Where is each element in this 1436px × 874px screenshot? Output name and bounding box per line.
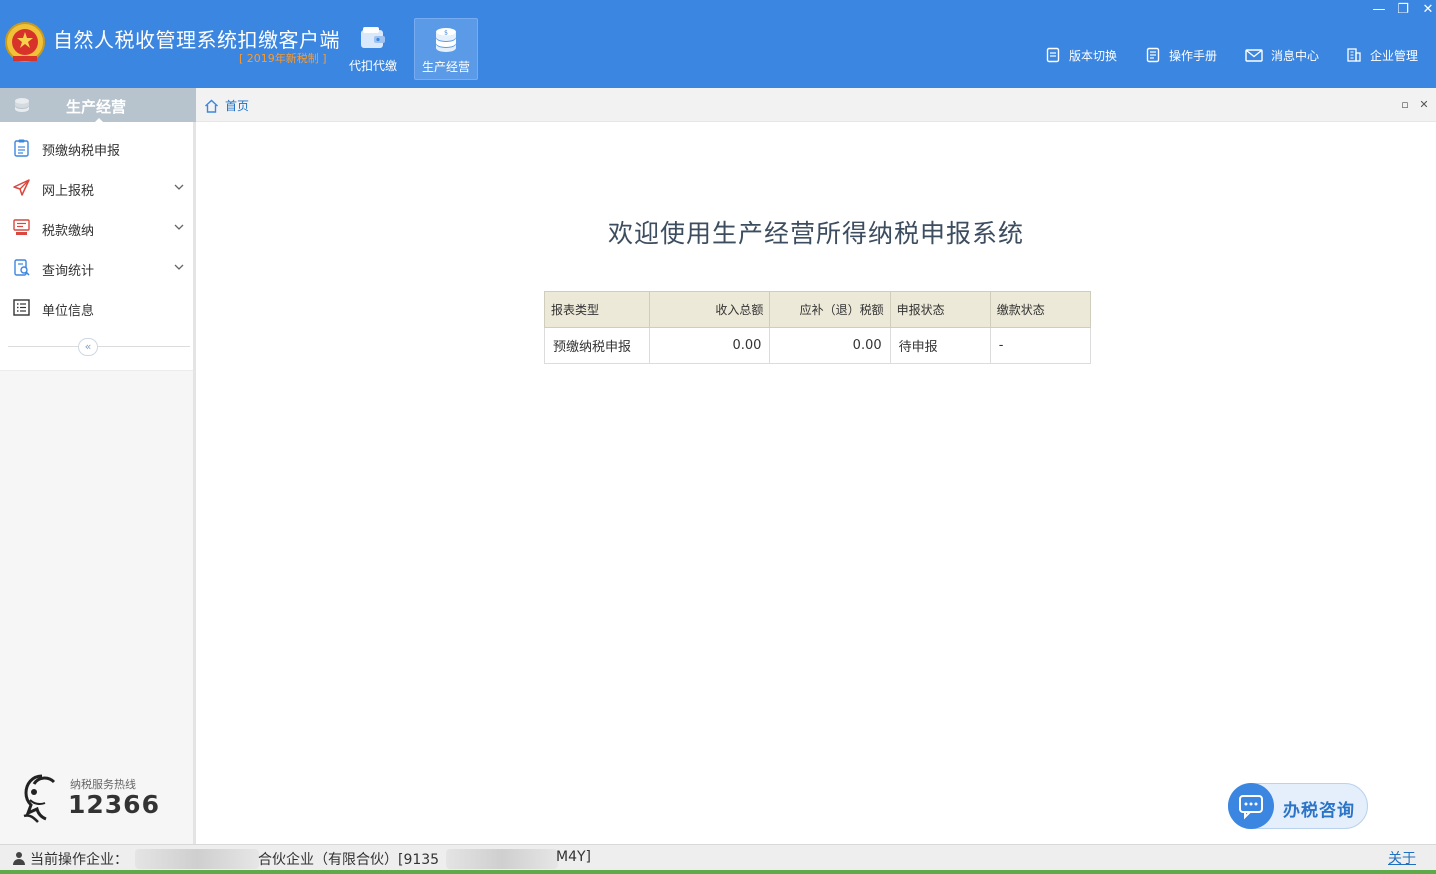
sidebar-item-label: 预缴纳税申报 [42, 144, 121, 159]
app-title: 自然人税收管理系统扣缴客户端 [53, 28, 340, 52]
tab-bar: 首页 ▫ ✕ [196, 88, 1436, 122]
version-switch-label: 版本切换 [1069, 48, 1118, 63]
sidebar-item-unit-info[interactable]: 单位信息 [0, 288, 193, 328]
payment-terminal-icon [13, 219, 30, 235]
current-company-type: 合伙企业（有限合伙）[9135 [258, 852, 440, 868]
tab-close-button[interactable]: ✕ [1417, 98, 1431, 112]
document-icon [1046, 47, 1060, 63]
coin-stack-icon [15, 98, 29, 112]
taskbar-edge [0, 870, 1436, 874]
sidebar-title: 生产经营 [66, 98, 127, 116]
redacted-region [446, 849, 558, 869]
sidebar-item-query-stats[interactable]: 查询统计 [0, 248, 193, 288]
tab-home-label: 首页 [225, 99, 250, 113]
chevron-down-icon [174, 184, 184, 190]
version-switch-link[interactable]: 版本切换 [1045, 45, 1117, 65]
app-header: 自然人税收管理系统扣缴客户端 [ 2019年新税制 ] 代扣代缴 $ 生产经营 … [0, 0, 1436, 88]
welcome-heading: 欢迎使用生产经营所得纳税申报系统 [607, 219, 1024, 248]
user-icon [13, 852, 25, 865]
main-content: 欢迎使用生产经营所得纳税申报系统 报表类型 收入总额 应补（退）税额 申报状态 … [196, 122, 1436, 844]
mail-icon [1245, 49, 1263, 62]
home-icon [205, 99, 218, 113]
about-link[interactable]: 关于 [1388, 848, 1416, 868]
app-subtitle: [ 2019年新税制 ] [239, 52, 327, 65]
module-tab-business[interactable]: $ 生产经营 [414, 18, 478, 80]
search-document-icon [14, 259, 30, 276]
sidebar-notch [92, 118, 106, 125]
hotline-number: 12366 [68, 790, 160, 819]
tab-home[interactable]: 首页 [204, 97, 249, 114]
chevron-down-icon [174, 224, 184, 230]
redacted-region [135, 849, 259, 869]
module-label: 生产经营 [421, 60, 470, 74]
sidebar-item-label: 税款缴纳 [42, 224, 95, 239]
building-icon [1347, 48, 1361, 62]
tab-restore-button[interactable]: ▫ [1398, 98, 1412, 112]
manual-link[interactable]: 操作手册 [1145, 45, 1217, 65]
declaration-table: 报表类型 收入总额 应补（退）税额 申报状态 缴款状态 预缴纳税申报 0.00 … [543, 291, 1092, 364]
message-center-label: 消息中心 [1271, 48, 1320, 63]
send-icon [13, 179, 30, 196]
cell-report-type[interactable]: 预缴纳税申报 [543, 327, 651, 364]
minimize-button[interactable]: — [1370, 2, 1388, 18]
cell-income-total: 0.00 [649, 327, 771, 364]
manual-label: 操作手册 [1169, 48, 1218, 63]
sidebar-item-label: 查询统计 [42, 264, 95, 279]
sidebar-header: 生产经营 [0, 88, 196, 125]
close-button[interactable]: ✕ [1419, 2, 1436, 18]
restore-button[interactable]: ❐ [1394, 2, 1412, 18]
table-header-row: 报表类型 收入总额 应补（退）税额 申报状态 缴款状态 [543, 291, 1092, 328]
chat-icon [1228, 783, 1274, 829]
table-row[interactable]: 预缴纳税申报 0.00 0.00 待申报 - [543, 327, 1092, 364]
column-income-total: 收入总额 [649, 291, 771, 328]
sidebar-item-online-filing[interactable]: 网上报税 [0, 168, 193, 208]
sidebar-collapse-button[interactable]: « [78, 338, 98, 356]
column-report-type: 报表类型 [543, 291, 651, 328]
module-label: 代扣代缴 [348, 59, 397, 73]
current-company-prefix: 当前操作企业： [30, 852, 128, 868]
column-declare-status: 申报状态 [889, 291, 991, 328]
sidebar-item-tax-payment[interactable]: 税款缴纳 [0, 208, 193, 248]
tax-consult-button[interactable]: 办税咨询 [1228, 783, 1368, 829]
sidebar-item-prepay-declaration[interactable]: 预缴纳税申报 [0, 128, 193, 168]
current-company-code-end: M4Y] [556, 849, 591, 865]
message-center-link[interactable]: 消息中心 [1245, 45, 1319, 65]
national-emblem-icon [5, 22, 45, 62]
svg-text:$: $ [444, 30, 448, 37]
module-tab-withholding[interactable]: 代扣代缴 [341, 18, 405, 80]
coin-stack-icon: $ [436, 28, 456, 52]
list-icon [13, 299, 30, 316]
manual-icon [1146, 47, 1160, 63]
hotline-panel: 纳税服务热线 12366 [20, 770, 190, 826]
column-tax-due: 应补（退）税额 [769, 291, 891, 328]
column-payment-status: 缴款状态 [989, 291, 1092, 328]
sidebar-item-label: 单位信息 [42, 304, 95, 319]
customer-service-icon [23, 774, 56, 823]
cell-tax-due: 0.00 [769, 327, 891, 364]
cell-payment-status: - [989, 327, 1092, 364]
sidebar: 生产经营 预缴纳税申报 网上报税 税款缴纳 查询统计 单位信息 « 纳税服务热线… [0, 88, 196, 844]
sidebar-menu: 预缴纳税申报 网上报税 税款缴纳 查询统计 单位信息 [0, 128, 193, 328]
wallet-icon [361, 27, 385, 48]
clipboard-icon [14, 139, 29, 157]
enterprise-manage-label: 企业管理 [1370, 48, 1419, 63]
sidebar-divider [8, 346, 190, 347]
tax-consult-label: 办税咨询 [1283, 801, 1355, 821]
enterprise-manage-link[interactable]: 企业管理 [1346, 45, 1418, 65]
sidebar-item-label: 网上报税 [42, 184, 95, 199]
chevron-down-icon [174, 264, 184, 270]
cell-declare-status: 待申报 [889, 327, 991, 364]
